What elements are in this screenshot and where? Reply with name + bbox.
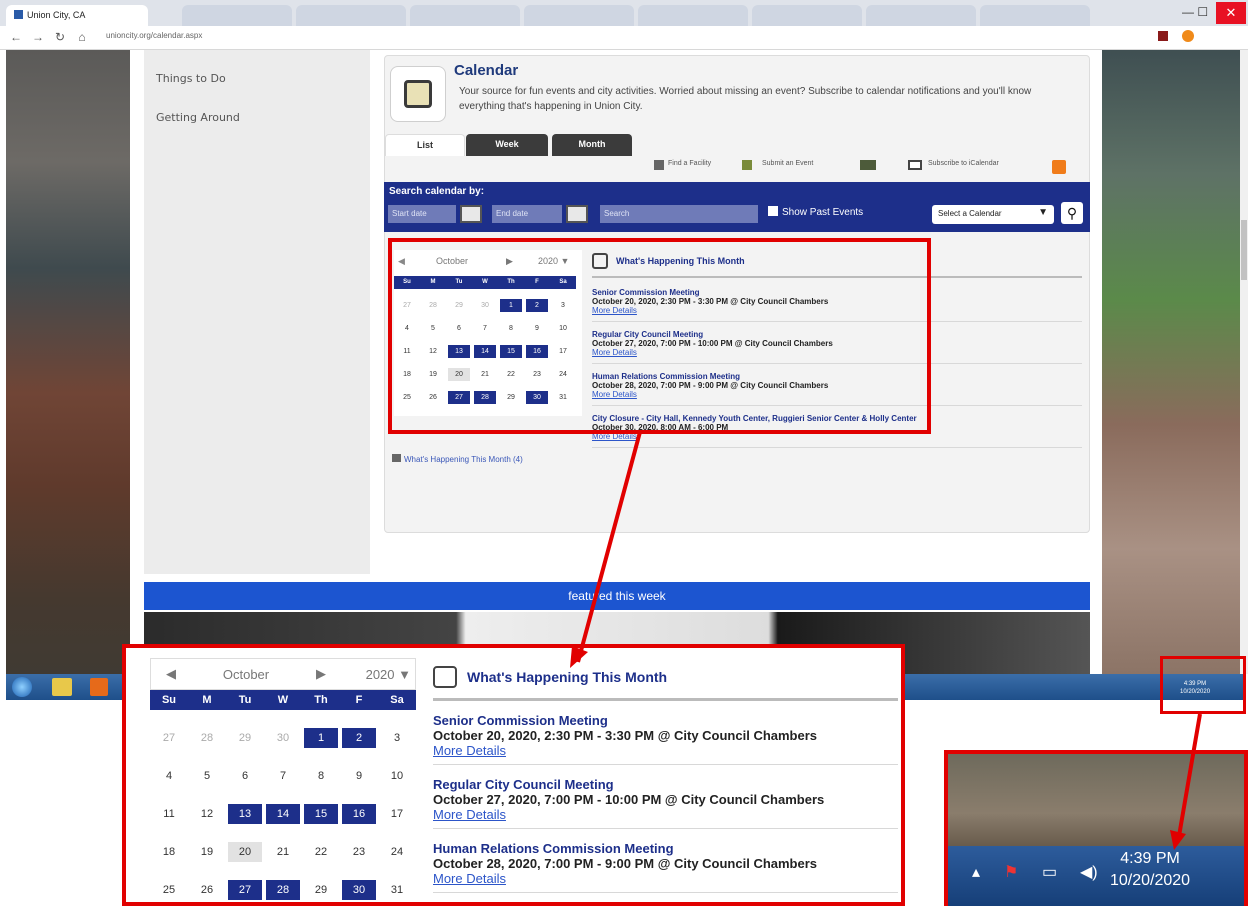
arrow-line bbox=[576, 431, 642, 663]
callout-arrows bbox=[570, 431, 1202, 850]
arrowhead bbox=[1170, 830, 1186, 850]
arrowhead bbox=[570, 646, 588, 668]
arrow-line bbox=[1176, 713, 1202, 843]
